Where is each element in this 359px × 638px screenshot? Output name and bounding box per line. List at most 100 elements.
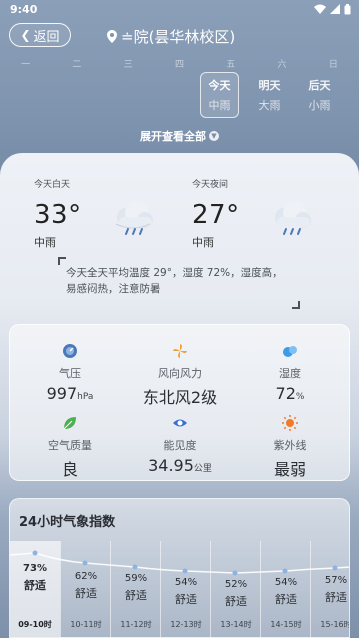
hour-column[interactable]: 52% 舒适 13-14时 bbox=[210, 541, 260, 637]
hour-time: 12-13时 bbox=[170, 620, 202, 629]
detail-label: 紫外线 bbox=[273, 439, 307, 452]
hour-percent: 73% bbox=[23, 563, 47, 574]
weekday: 日 bbox=[328, 60, 338, 70]
detail-uv: 紫外线 最弱 bbox=[235, 415, 345, 480]
rain-cloud-icon bbox=[275, 201, 311, 235]
status-bar: 9:40 bbox=[0, 0, 359, 18]
detail-visibility: 能见度 34.95公里 bbox=[125, 415, 235, 475]
hour-column[interactable]: 59% 舒适 11-12时 bbox=[110, 541, 160, 637]
quote-corner-icon bbox=[292, 301, 300, 309]
status-icons bbox=[314, 3, 351, 15]
detail-label: 能见度 bbox=[163, 439, 197, 452]
detail-label: 空气质量 bbox=[48, 439, 92, 452]
hour-time: 14-15时 bbox=[270, 620, 302, 629]
hour-level: 舒适 bbox=[24, 579, 46, 592]
tab-label: 今天 bbox=[208, 79, 231, 92]
pressure-icon bbox=[63, 344, 77, 358]
hour-time: 09-10时 bbox=[18, 620, 52, 629]
summary-text: 今天全天平均温度 29°，湿度 72%，湿度高，易感闷热，注意防暑 bbox=[66, 267, 283, 295]
back-button[interactable]: ❮ 返回 bbox=[9, 23, 71, 47]
hour-column[interactable]: 73% 舒适 09-10时 bbox=[10, 541, 60, 637]
chevron-left-icon: ❮ bbox=[20, 28, 31, 42]
hour-percent: 57% bbox=[324, 575, 348, 586]
header: ❮ 返回 ≐院(昙华林校区) bbox=[0, 22, 359, 50]
nighttime-condition: 中雨 bbox=[192, 236, 214, 249]
hour-percent: 54% bbox=[274, 577, 298, 588]
wind-icon bbox=[173, 344, 187, 358]
hour-time: 15-16时 bbox=[320, 620, 350, 629]
expand-label: 展开查看全部 bbox=[140, 130, 206, 143]
nighttime-temperature: 27° bbox=[192, 200, 240, 230]
weekday-row: 一 二 三 四 五 六 日 bbox=[0, 57, 359, 71]
eye-icon bbox=[173, 419, 187, 427]
hour-columns: 73% 舒适 09-10时 62% 舒适 10-11时 59% 舒适 11-12… bbox=[10, 541, 350, 637]
hour-column[interactable]: 57% 舒适 15-16时 bbox=[310, 541, 350, 637]
tab-label: 明天 bbox=[258, 79, 281, 92]
wifi-icon bbox=[314, 4, 326, 14]
hour-level: 舒适 bbox=[225, 595, 247, 608]
detail-value: 良 bbox=[61, 460, 78, 479]
hour-column[interactable]: 54% 舒适 14-15时 bbox=[260, 541, 310, 637]
nighttime-label: 今天夜间 bbox=[192, 180, 229, 190]
tab-tomorrow[interactable]: 明天 大雨 bbox=[250, 72, 289, 118]
detail-label: 湿度 bbox=[279, 367, 301, 380]
hour-level: 舒适 bbox=[75, 587, 97, 600]
hour-percent: 52% bbox=[224, 579, 248, 590]
hour-level: 舒适 bbox=[325, 591, 347, 604]
day-tabs: 今天 中雨 明天 大雨 后天 小雨 bbox=[200, 72, 359, 120]
quote-corner-icon bbox=[58, 257, 66, 265]
status-time: 9:40 bbox=[10, 2, 38, 16]
tab-day-after-tomorrow[interactable]: 后天 小雨 bbox=[300, 72, 339, 118]
daytime-temperature: 33° bbox=[34, 200, 82, 230]
location-name: ≐院(昙华林校区) bbox=[121, 27, 236, 46]
hour-level: 舒适 bbox=[125, 589, 147, 602]
weather-details: 气压 997hPa 风向风力 东北风2级 湿度 72% 空气质量 良 能见度 3… bbox=[9, 324, 350, 481]
weekday: 二 bbox=[72, 60, 82, 70]
tab-condition: 中雨 bbox=[208, 99, 231, 112]
weekday: 三 bbox=[123, 60, 133, 70]
weekday: 一 bbox=[21, 60, 31, 70]
tab-condition: 小雨 bbox=[308, 99, 331, 112]
hour-percent: 59% bbox=[124, 573, 148, 584]
back-label: 返回 bbox=[33, 29, 60, 45]
daily-summary: 今天全天平均温度 29°，湿度 72%，湿度高，易感闷热，注意防暑 bbox=[58, 255, 300, 309]
detail-air-quality: 空气质量 良 bbox=[15, 415, 125, 480]
location-pin-icon bbox=[107, 29, 117, 43]
detail-value: 34.95公里 bbox=[148, 456, 212, 475]
battery-icon bbox=[344, 3, 351, 14]
hour-column[interactable]: 54% 舒适 12-13时 bbox=[160, 541, 210, 637]
hour-level: 舒适 bbox=[275, 593, 297, 606]
detail-value: 997hPa bbox=[46, 384, 94, 403]
tab-today[interactable]: 今天 中雨 bbox=[200, 72, 239, 118]
hour-percent: 54% bbox=[174, 577, 198, 588]
detail-value: 东北风2级 bbox=[142, 388, 218, 407]
detail-value: 72% bbox=[275, 384, 305, 403]
detail-label: 风向风力 bbox=[158, 367, 202, 380]
hour-time: 13-14时 bbox=[220, 620, 252, 629]
humidity-icon bbox=[283, 346, 297, 357]
weekday: 六 bbox=[277, 60, 287, 70]
weekday: 五 bbox=[226, 60, 236, 70]
tab-label: 后天 bbox=[308, 79, 331, 92]
weather-index-card: 24小时气象指数 73% 舒适 09-10时 62% 舒适 10-11时 59%… bbox=[9, 498, 350, 638]
location-title[interactable]: ≐院(昙华林校区) bbox=[107, 25, 235, 47]
rain-cloud-icon bbox=[115, 201, 153, 235]
detail-label: 气压 bbox=[59, 367, 81, 380]
detail-wind: 风向风力 东北风2级 bbox=[125, 343, 235, 408]
chevron-down-icon: ▼ bbox=[209, 131, 219, 141]
index-title: 24小时气象指数 bbox=[19, 515, 116, 530]
daytime-label: 今天白天 bbox=[34, 180, 71, 190]
weekday: 四 bbox=[174, 60, 184, 70]
nighttime-forecast: 今天夜间 27° 中雨 bbox=[192, 177, 342, 257]
hour-level: 舒适 bbox=[175, 593, 197, 606]
hour-time: 11-12时 bbox=[120, 620, 152, 629]
tab-condition: 大雨 bbox=[258, 99, 281, 112]
detail-pressure: 气压 997hPa bbox=[15, 343, 125, 403]
hour-column[interactable]: 62% 舒适 10-11时 bbox=[60, 541, 110, 637]
hour-time: 10-11时 bbox=[70, 620, 102, 629]
expand-all-button[interactable]: 展开查看全部 ▼ bbox=[0, 128, 359, 144]
daytime-forecast: 今天白天 33° 中雨 bbox=[34, 177, 184, 257]
daytime-condition: 中雨 bbox=[34, 236, 56, 249]
detail-value: 最弱 bbox=[273, 460, 306, 479]
hour-percent: 62% bbox=[74, 571, 98, 582]
